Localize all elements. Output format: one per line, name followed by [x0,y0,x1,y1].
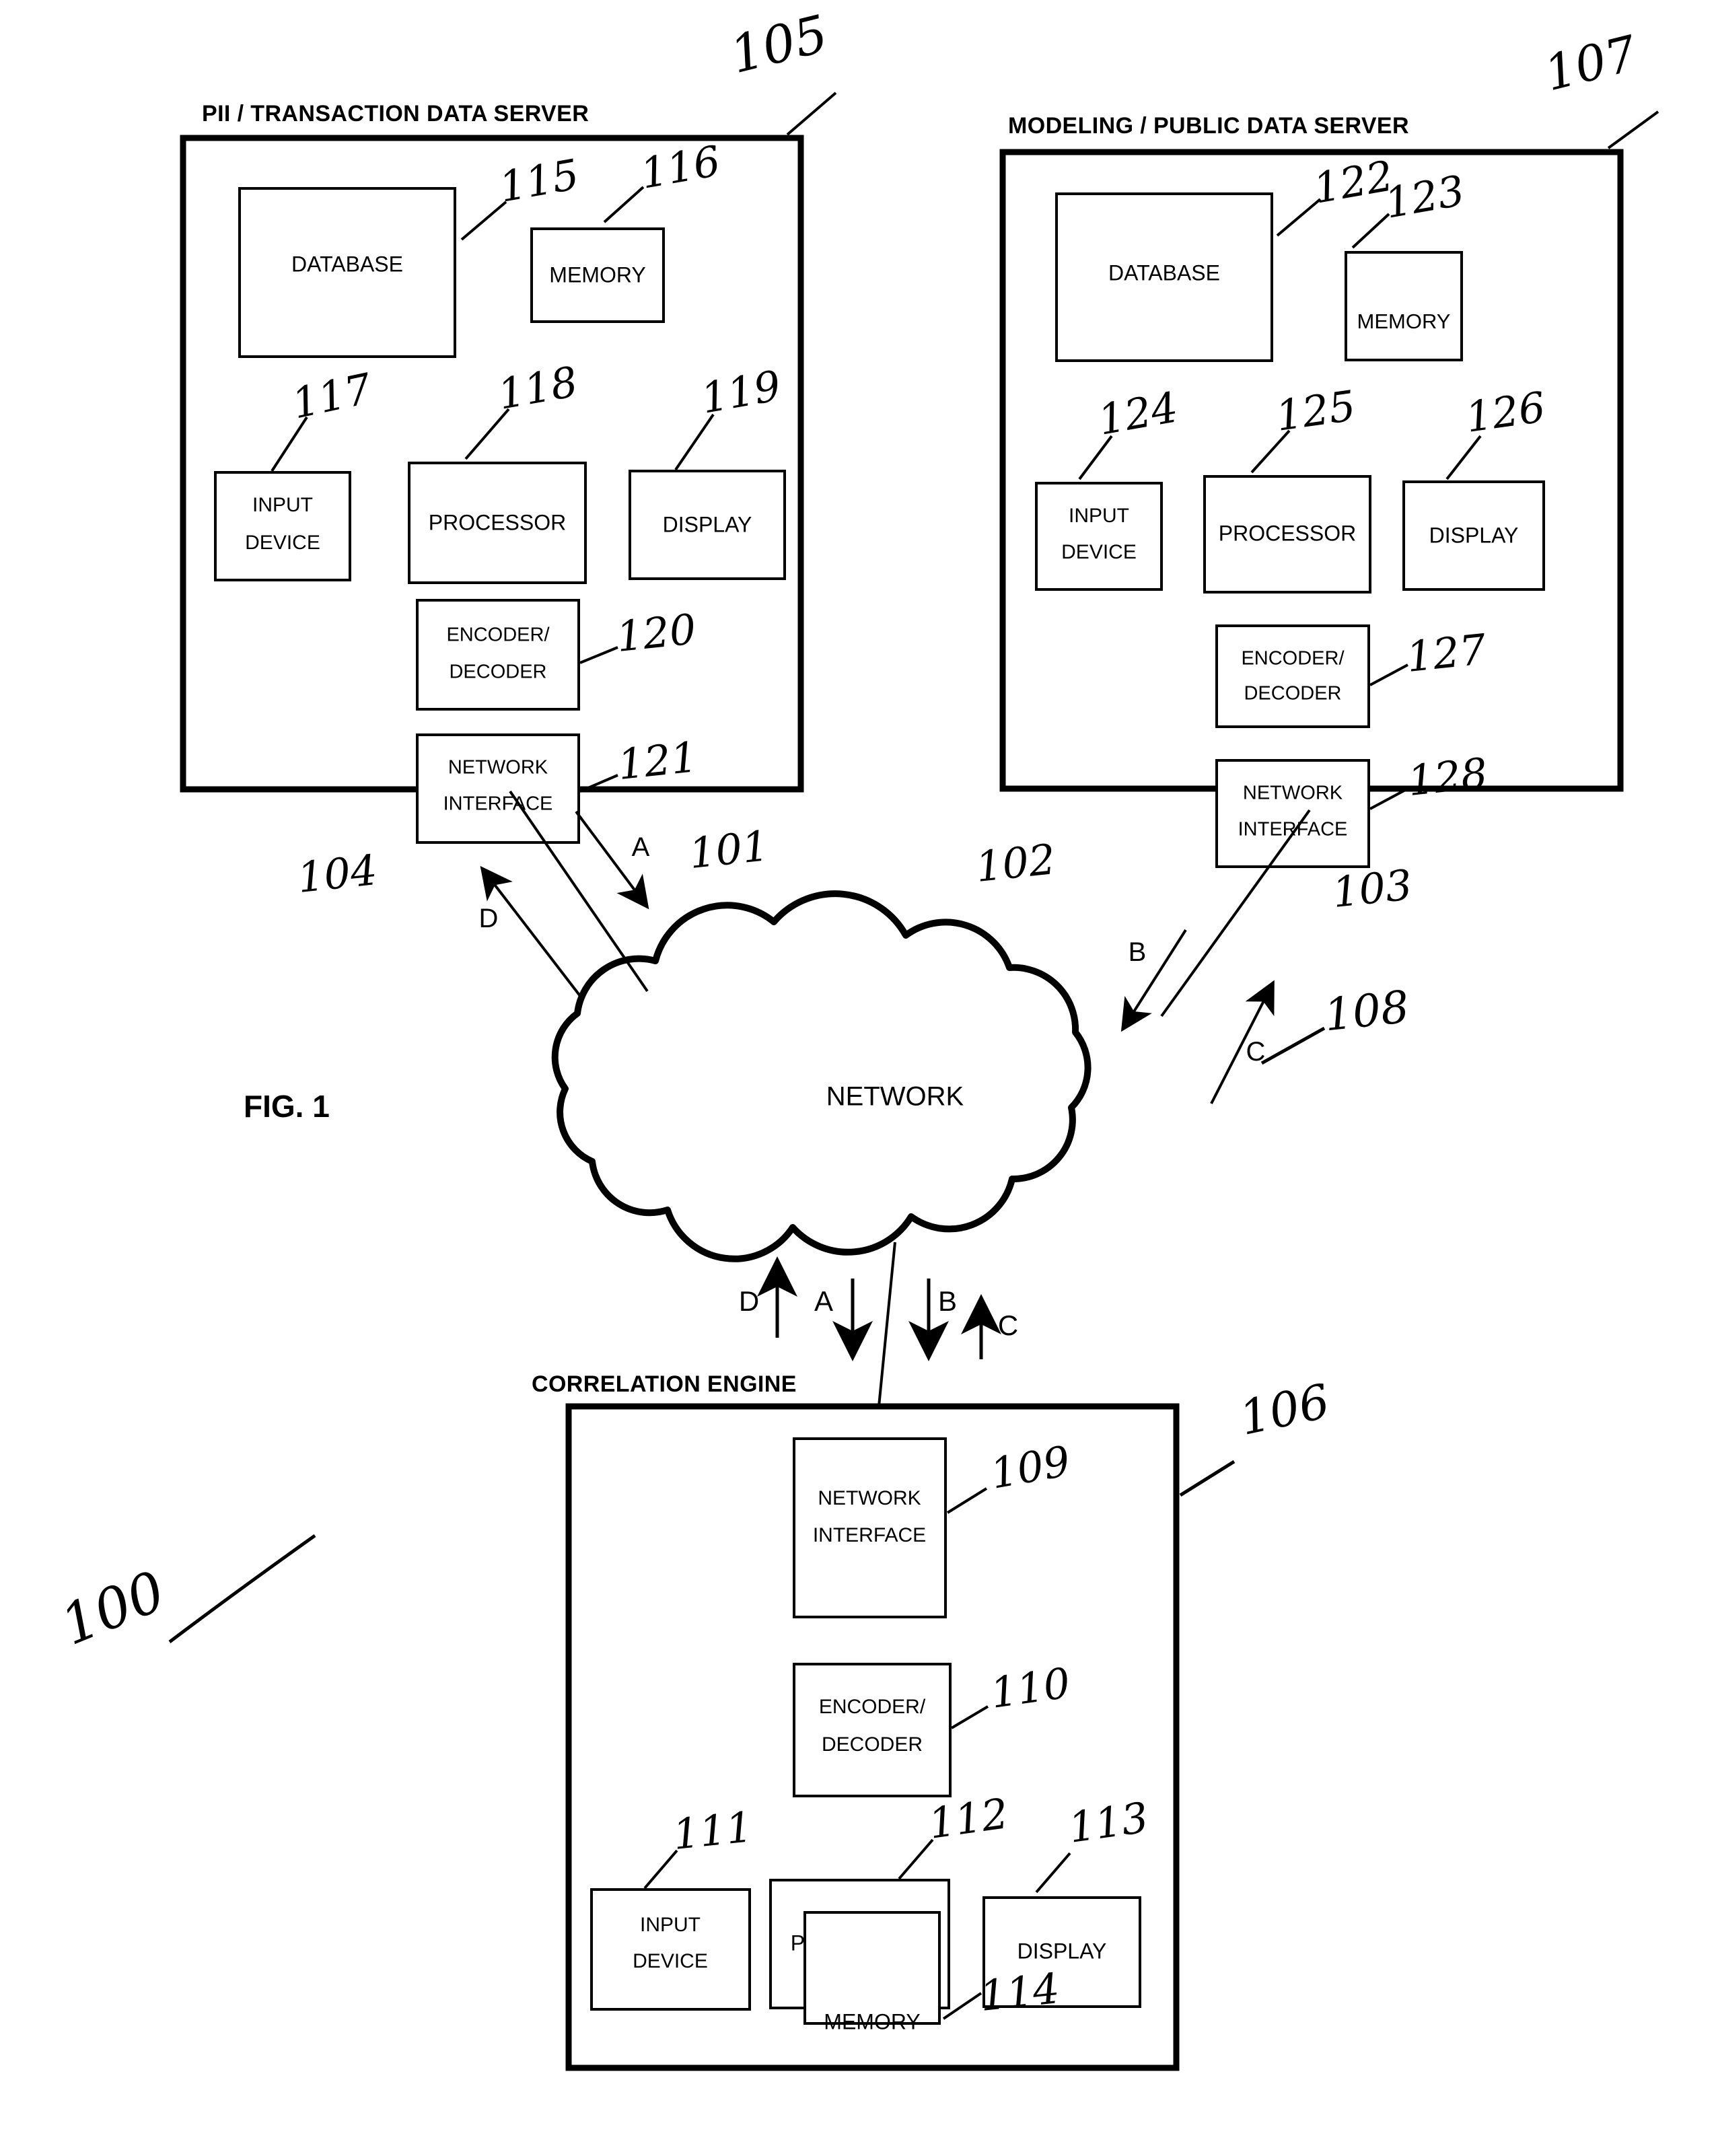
component-label-input-device-line2: DEVICE [245,532,320,554]
component-label-memory: MEMORY [1357,310,1451,333]
component-box-memory-116: MEMORY [530,227,665,323]
component-label-processor: PROCESSOR [1219,521,1356,545]
component-label-network-interface-line1: NETWORK [1243,783,1343,804]
component-label-encoder-decoder-line1: ENCODER/ [446,624,550,646]
component-box-processor-125: PROCESSOR [1203,475,1371,594]
reference-numeral-102: 102 [973,834,1058,892]
reference-numeral-109: 109 [987,1436,1074,1499]
reference-numeral-118: 118 [494,357,581,419]
reference-numeral-108: 108 [1322,980,1412,1042]
reference-numeral-113: 113 [1065,1793,1151,1853]
flow-arrow-b-upper: B [1120,929,1187,1032]
flow-letter-b-lower: B [938,1285,957,1317]
flow-arrow-a-upper: A [575,810,650,910]
component-label-processor: PROCESSOR [429,510,566,534]
server-box-correlation-engine: NETWORK INTERFACE ENCODER/ DECODER INPUT… [565,1403,1236,2071]
component-label-encoder-decoder-line2: DECODER [1244,683,1341,705]
patent-figure-page: DATABASE MEMORY INPUT DEVICE PROCESSOR D… [0,0,1716,2156]
flow-arrow-a-lower: A [814,1279,873,1361]
component-label-display: DISPLAY [1017,1939,1107,1963]
reference-numeral-124: 124 [1094,382,1182,445]
component-label-memory: MEMORY [549,262,645,287]
flow-letter-a-lower: A [814,1285,833,1317]
component-box-display-119: DISPLAY [629,470,786,580]
reference-numeral-114: 114 [977,1964,1062,2021]
component-label-network-interface-line2: INTERFACE [813,1524,926,1546]
reference-numeral-112: 112 [925,1789,1011,1848]
figure-caption: FIG. 1 [244,1089,330,1124]
reference-numeral-103: 103 [1330,860,1415,917]
component-box-network-interface-121: NETWORK INTERFACE [416,733,580,844]
component-label-network-interface-line1: NETWORK [818,1487,921,1509]
reference-numeral-116: 116 [637,136,724,199]
reference-numeral-120: 120 [614,604,699,661]
component-box-database-115: DATABASE [238,187,456,358]
network-cloud: NETWORK [551,890,1092,1262]
reference-numeral-127: 127 [1404,624,1489,682]
component-box-encoder-decoder-127: ENCODER/ DECODER [1215,624,1370,728]
component-label-encoder-decoder-line1: ENCODER/ [819,1696,926,1718]
component-label-display: DISPLAY [663,512,752,536]
reference-numeral-121: 121 [615,732,700,789]
component-label-input-device-line2: DEVICE [633,1950,708,1972]
component-label-database: DATABASE [1108,260,1220,285]
component-label-display: DISPLAY [1429,523,1519,547]
component-label-memory: MEMORY [824,2009,920,2034]
flow-letter-c-upper: C [1246,1037,1266,1067]
component-label-encoder-decoder-line2: DECODER [449,661,546,683]
flow-arrow-d-lower: D [739,1256,797,1338]
server-title-pii-transaction-data-server: PII / TRANSACTION DATA SERVER [202,101,589,127]
reference-numeral-128: 128 [1405,748,1490,805]
server-title-modeling-public-data-server: MODELING / PUBLIC DATA SERVER [1008,113,1409,139]
component-label-input-device-line2: DEVICE [1061,541,1137,563]
component-box-network-interface-109: NETWORK INTERFACE [793,1437,947,1618]
flow-arrow-c-lower: C [961,1294,1018,1359]
reference-numeral-115: 115 [495,149,583,212]
flow-letter-d-upper: D [479,904,499,933]
server-box-modeling-public-data-server: DATABASE MEMORY INPUT DEVICE PROCESSOR D… [999,110,1659,868]
reference-numeral-119: 119 [697,361,785,423]
component-label-input-device-line1: INPUT [1069,505,1129,527]
reference-numeral-126: 126 [1462,382,1548,442]
component-label-network-interface-line2: INTERFACE [443,793,553,815]
component-box-memory-114: MEMORY [803,1911,941,2034]
component-box-network-interface-128: NETWORK INTERFACE [1215,759,1370,868]
component-label-network-interface-line2: INTERFACE [1238,819,1348,840]
reference-numeral-101: 101 [686,821,771,878]
flow-arrow-d-upper: D [479,865,581,997]
reference-numeral-111: 111 [670,1802,755,1859]
component-box-input-device-124: INPUT DEVICE [1035,482,1163,591]
flow-arrow-b-lower: B [908,1279,957,1361]
flow-letter-d-lower: D [739,1285,759,1317]
component-box-display-126: DISPLAY [1402,480,1545,591]
figure-drawing: DATABASE MEMORY INPUT DEVICE PROCESSOR D… [168,92,1659,2071]
component-label-input-device-line1: INPUT [640,1914,701,1936]
component-box-input-device-117: INPUT DEVICE [214,471,351,581]
reference-numeral-125: 125 [1273,381,1359,441]
component-box-database-122: DATABASE [1055,192,1273,362]
flow-arrow-c-upper: C [1210,980,1275,1104]
reference-numeral-104: 104 [295,845,380,902]
component-label-input-device-line1: INPUT [252,494,313,516]
flow-letter-c-lower: C [998,1309,1018,1341]
component-box-processor-118: PROCESSOR [408,462,587,584]
component-box-memory-123: MEMORY [1345,251,1463,361]
reference-numeral-110: 110 [987,1658,1073,1718]
component-box-encoder-decoder-120: ENCODER/ DECODER [416,599,580,711]
component-label-encoder-decoder-line2: DECODER [822,1733,923,1756]
reference-numeral-123: 123 [1381,166,1468,228]
component-label-database: DATABASE [291,252,403,276]
component-box-input-device-ce: INPUT DEVICE [590,1888,751,2011]
server-title-correlation-engine: CORRELATION ENGINE [532,1371,797,1397]
network-cloud-label: NETWORK [826,1082,964,1112]
component-label-encoder-decoder-line1: ENCODER/ [1241,648,1345,670]
component-box-encoder-decoder-110: ENCODER/ DECODER [793,1663,952,1797]
flow-letter-a-upper: A [632,832,650,862]
flow-letter-b-upper: B [1129,937,1147,967]
component-label-network-interface-line1: NETWORK [448,757,548,779]
